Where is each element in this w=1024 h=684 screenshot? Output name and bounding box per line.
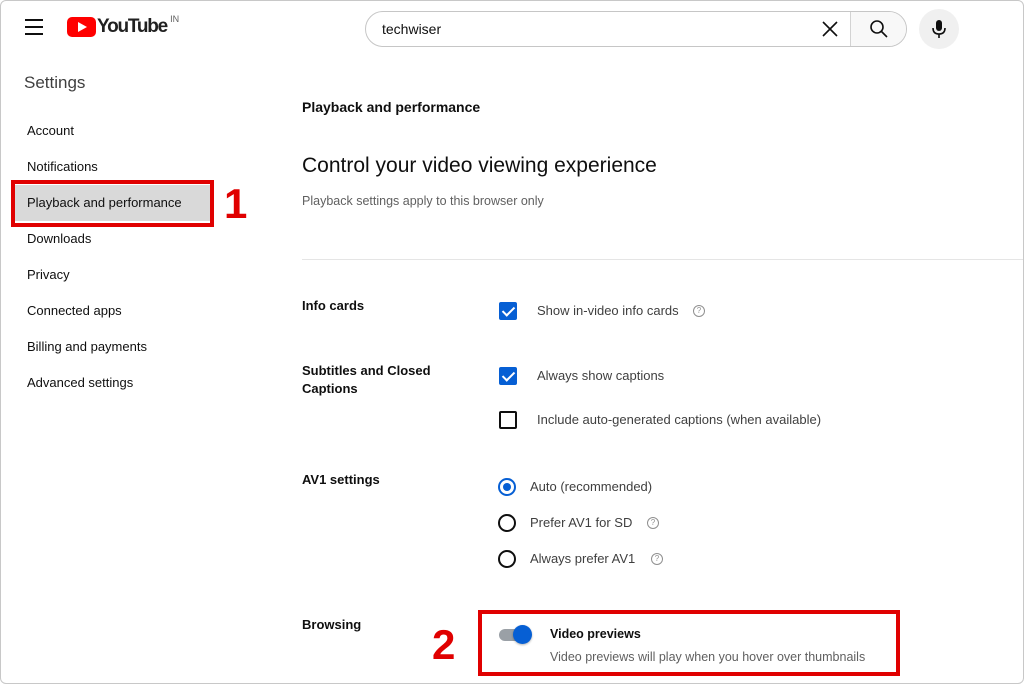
hamburger-menu-icon[interactable] (25, 19, 43, 35)
close-icon (822, 21, 838, 37)
youtube-play-icon (67, 17, 96, 37)
av1-prefer-sd-label: Prefer AV1 for SD (530, 515, 633, 530)
av1-auto-label: Auto (recommended) (530, 479, 653, 494)
sidebar-item-advanced[interactable]: Advanced settings (13, 365, 211, 401)
sidebar-item-privacy[interactable]: Privacy (13, 257, 211, 293)
help-icon[interactable]: ? (647, 517, 659, 529)
help-icon[interactable]: ? (651, 553, 663, 565)
sidebar-item-account[interactable]: Account (13, 113, 211, 149)
always-show-captions-checkbox[interactable] (499, 367, 517, 385)
youtube-logo[interactable]: YouTube IN (67, 14, 180, 39)
annotation-number-1: 1 (224, 180, 248, 227)
search-icon (869, 20, 888, 38)
sidebar-title: Settings (24, 73, 86, 92)
sidebar-item-connected-apps[interactable]: Connected apps (13, 293, 211, 329)
search-input[interactable] (366, 12, 810, 46)
sidebar-item-billing[interactable]: Billing and payments (13, 329, 211, 365)
always-show-captions-label: Always show captions (537, 368, 665, 383)
top-bar: YouTube IN (1, 1, 1023, 57)
annotation-box-1 (11, 180, 214, 227)
annotation-box-2 (478, 610, 900, 676)
show-info-cards-checkbox[interactable] (499, 302, 517, 320)
auto-generated-captions-label: Include auto-generated captions (when av… (537, 412, 822, 427)
show-info-cards-label: Show in-video info cards (537, 303, 679, 318)
app-window: YouTube IN Se (0, 0, 1024, 684)
page-subtitle: Playback settings apply to this browser … (302, 194, 544, 208)
microphone-icon (932, 20, 946, 38)
annotation-number-2: 2 (432, 621, 456, 668)
clear-search-button[interactable] (810, 12, 850, 46)
search-button[interactable] (850, 12, 906, 46)
voice-search-button[interactable] (919, 9, 959, 49)
av1-settings-label: AV1 settings (302, 472, 380, 487)
av1-prefer-sd-radio[interactable] (498, 514, 516, 532)
av1-auto-radio[interactable] (498, 478, 516, 496)
auto-generated-captions-checkbox[interactable] (499, 411, 517, 429)
section-divider (302, 259, 1023, 260)
help-icon[interactable]: ? (693, 305, 705, 317)
page-title: Control your video viewing experience (302, 154, 657, 177)
section-heading: Playback and performance (302, 99, 481, 115)
info-cards-label: Info cards (302, 298, 365, 313)
region-code: IN (170, 14, 180, 24)
av1-always-prefer-radio[interactable] (498, 550, 516, 568)
logo-wordmark: YouTube (97, 16, 168, 37)
search-box (365, 11, 907, 47)
subtitles-label: Subtitles and Closed Captions (302, 363, 431, 396)
av1-always-prefer-label: Always prefer AV1 (530, 551, 636, 566)
